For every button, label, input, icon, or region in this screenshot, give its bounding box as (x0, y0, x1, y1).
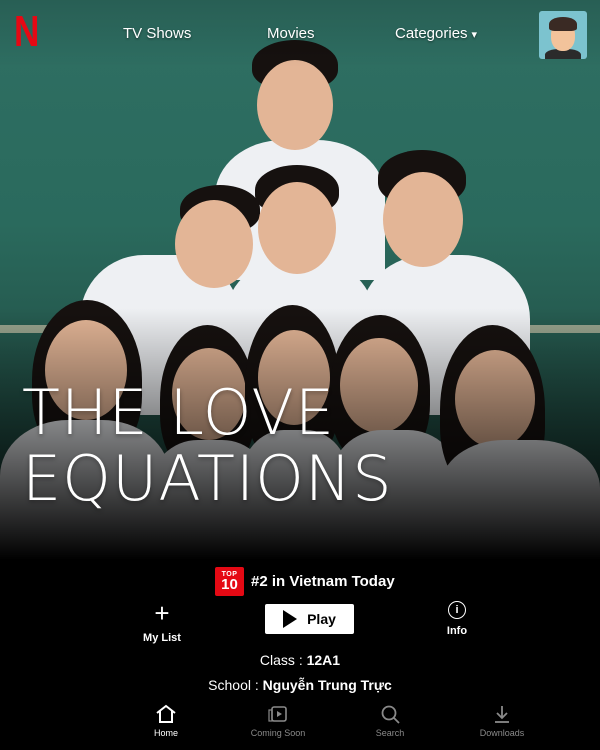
nav-movies[interactable]: Movies (267, 25, 315, 42)
plus-icon: + (154, 598, 170, 628)
my-list-button[interactable]: + My List (137, 600, 187, 644)
school-value: Nguyễn Trung Trực (262, 677, 392, 693)
bottom-nav: Home Coming Soon Search Downloads (0, 700, 600, 750)
play-button[interactable]: Play (265, 604, 354, 634)
my-list-label: My List (143, 632, 181, 644)
top-nav: N TV Shows Movies Categories ▾ (0, 0, 600, 70)
caret-down-icon: ▾ (471, 29, 478, 41)
search-label: Search (375, 728, 405, 738)
title-line-2: EQUATIONS (22, 442, 393, 515)
class-value: 12A1 (306, 652, 341, 668)
netflix-logo[interactable]: N (14, 10, 39, 54)
top10-badge-icon: TOP 10 (215, 567, 244, 596)
downloads-label: Downloads (479, 728, 525, 738)
play-icon (283, 610, 298, 628)
info-label: Info (446, 625, 468, 637)
info-icon: i (448, 601, 466, 619)
coming-soon-icon (268, 706, 287, 722)
home-label: Home (153, 728, 178, 738)
title-line-1: THE LOVE (22, 376, 336, 449)
coming-soon-label: Coming Soon (250, 728, 306, 738)
top10-ranking: TOP 10 #2 in Vietnam Today (215, 567, 395, 596)
nav-categories-label: Categories (395, 25, 468, 42)
home-icon (156, 704, 176, 723)
info-button[interactable]: i Info (432, 599, 482, 637)
app-screen: N TV Shows Movies Categories ▾ THE LOVE E… (0, 0, 600, 750)
rank-text: #2 in Vietnam Today (251, 573, 395, 590)
bottom-nav-downloads[interactable]: Downloads (467, 704, 537, 738)
nav-tv-shows[interactable]: TV Shows (123, 25, 191, 42)
show-title-logo: THE LOVE EQUATIONS (22, 380, 393, 512)
class-line: Class : 12A1 (0, 652, 600, 668)
bottom-nav-coming-soon[interactable]: Coming Soon (243, 704, 313, 738)
play-label: Play (307, 611, 336, 627)
search-icon (381, 705, 400, 724)
profile-avatar[interactable] (539, 11, 587, 59)
bottom-nav-home[interactable]: Home (131, 704, 201, 738)
bottom-nav-search[interactable]: Search (355, 704, 425, 738)
school-line: School : Nguyễn Trung Trực (0, 677, 600, 693)
download-icon (495, 706, 509, 723)
nav-categories[interactable]: Categories ▾ (395, 25, 477, 42)
school-label: School : (208, 677, 263, 693)
class-label: Class : (259, 652, 307, 668)
